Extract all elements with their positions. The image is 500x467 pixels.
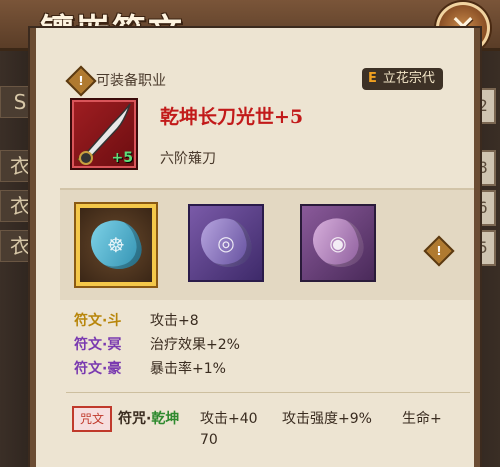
rune-stat-line: 符文·斗 攻击+8 <box>74 310 199 332</box>
rune-stat-name: 符文·斗 <box>74 313 122 329</box>
rune-stat-name: 符文·冥 <box>74 337 122 353</box>
rune-stat-line: 符文·冥 治疗效果+2% <box>74 334 240 356</box>
rune-stat-effect: 攻击+8 <box>150 313 199 329</box>
job-label: 可装备职业 <box>96 73 166 89</box>
pink-rune-stone-icon: ◉ <box>307 211 369 275</box>
job-name: 立花宗代 <box>382 71 435 86</box>
rune-info-icon[interactable]: ! <box>423 235 455 267</box>
weapon-name: 乾坤长刀光世+5 <box>160 106 304 128</box>
curse-stat: 攻击+40 <box>200 411 258 427</box>
rune-slot-3[interactable]: ◉ <box>300 204 376 282</box>
rune-stat-name: 符文·豪 <box>74 361 122 377</box>
weapon-icon[interactable]: +5 <box>70 98 138 170</box>
job-row: ! 可装备职业 E 立花宗代 <box>64 65 474 97</box>
rune-stat-effect: 治疗效果+2% <box>150 337 240 353</box>
rune-slot-2[interactable]: ◎ <box>188 204 264 282</box>
job-tag: E 立花宗代 <box>362 68 443 90</box>
rune-slots-area: ☸ ◎ ◉ ! <box>60 188 474 300</box>
curse-stat-overflow: 70 <box>200 432 218 448</box>
rune-inlay-panel: ! 可装备职业 E 立花宗代 +5 乾坤长刀光世+5 六阶薙刀 ☸ ◎ ◉ ! … <box>30 28 480 467</box>
blue-rune-stone-icon: ☸ <box>85 213 147 277</box>
weapon-plus-level: +5 <box>111 150 133 166</box>
rune-stat-line: 符文·豪 暴击率+1% <box>74 358 226 380</box>
curse-stat: 生命+ <box>402 411 442 427</box>
divider <box>66 392 470 393</box>
purple-rune-stone-icon: ◎ <box>195 211 257 275</box>
rune-stat-effect: 暴击率+1% <box>150 361 226 377</box>
info-icon[interactable]: ! <box>65 65 97 97</box>
job-rank-letter: E <box>368 71 377 86</box>
curse-stat: 攻击强度+9% <box>282 411 372 427</box>
curse-stamp-badge: 咒文 <box>72 406 112 432</box>
weapon-type: 六阶薙刀 <box>160 151 216 167</box>
rune-slot-1[interactable]: ☸ <box>76 204 156 286</box>
curse-name: 符咒·乾坤 <box>118 411 180 427</box>
